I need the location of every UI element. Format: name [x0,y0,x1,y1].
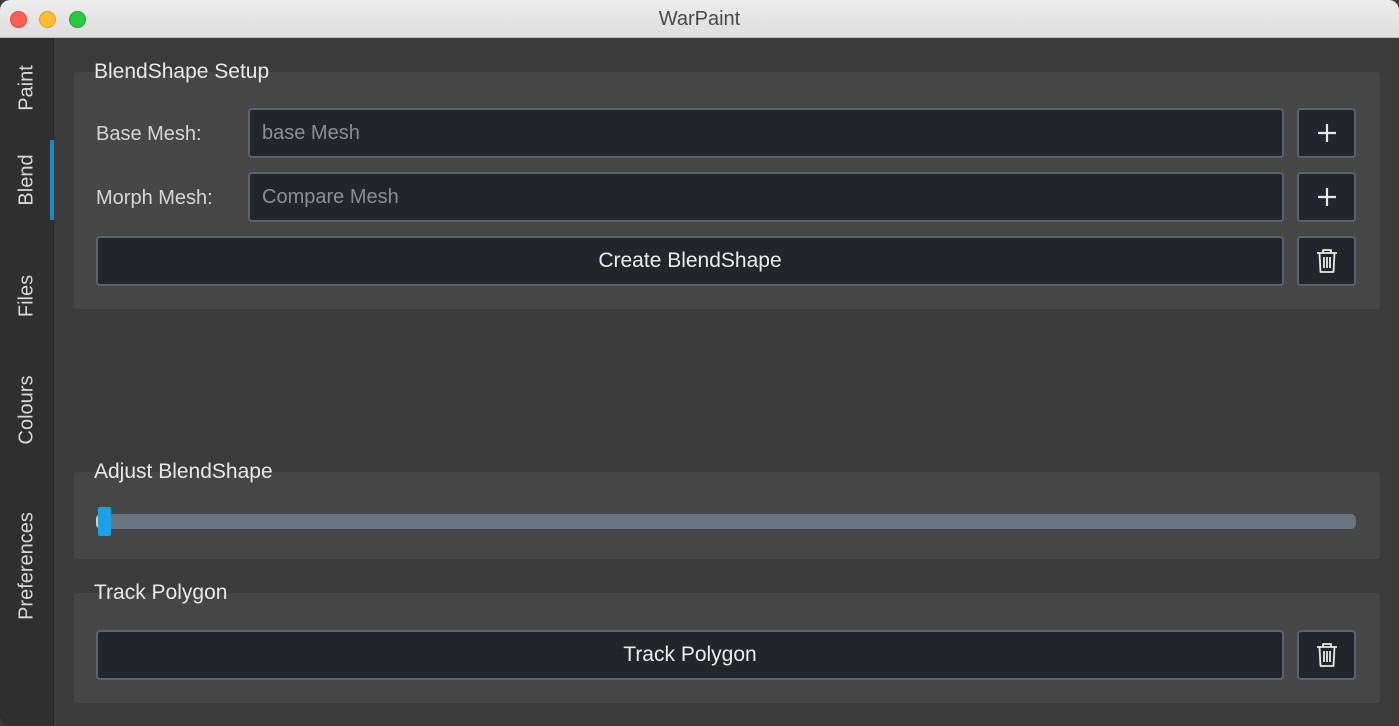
base-mesh-input[interactable] [248,108,1284,158]
adjust-blendshape-title: Adjust BlendShape [94,460,273,483]
adjust-blendshape-panel: Adjust BlendShape [74,460,1380,559]
morph-mesh-input[interactable] [248,172,1284,222]
window-title: WarPaint [658,8,741,30]
plus-icon [1317,188,1336,206]
trash-icon [1316,249,1337,273]
tab-paint-label: Paint [15,65,38,111]
track-polygon-panel: Track Polygon Track Polygon [74,581,1380,703]
create-blendshape-button[interactable]: Create BlendShape [96,236,1284,286]
tab-paint[interactable]: Paint [0,38,54,138]
tab-files[interactable]: Files [0,243,54,349]
tab-colours-label: Colours [15,375,38,445]
tab-colours[interactable]: Colours [0,349,54,471]
base-mesh-label: Base Mesh: [96,123,202,145]
plus-icon [1317,124,1336,142]
tab-preferences-label: Preferences [15,512,38,620]
add-morph-mesh-button[interactable] [1297,172,1356,222]
tab-blend-label: Blend [15,154,38,206]
title-bar: WarPaint [0,0,1399,38]
sidebar: Paint Blend Files Colours Preferences [0,38,54,726]
track-polygon-title: Track Polygon [94,581,228,604]
main-content: BlendShape Setup Base Mesh: Morph Mesh: … [55,38,1399,726]
tab-files-label: Files [15,274,38,318]
blendshape-slider[interactable] [96,507,1356,536]
delete-track-polygon-button[interactable] [1297,630,1356,680]
slider-handle[interactable] [98,507,111,536]
tab-blend[interactable]: Blend [0,140,54,220]
delete-blendshape-button[interactable] [1297,236,1356,286]
morph-mesh-label: Morph Mesh: [96,187,213,209]
tab-preferences[interactable]: Preferences [0,471,54,661]
blendshape-setup-title: BlendShape Setup [94,60,270,83]
add-base-mesh-button[interactable] [1297,108,1356,158]
blendshape-setup-panel: BlendShape Setup Base Mesh: Morph Mesh: … [74,60,1380,309]
app-window: WarPaint Paint Blend Files Colours Prefe… [0,0,1399,726]
track-polygon-button[interactable]: Track Polygon [96,630,1284,680]
trash-icon [1316,643,1337,667]
